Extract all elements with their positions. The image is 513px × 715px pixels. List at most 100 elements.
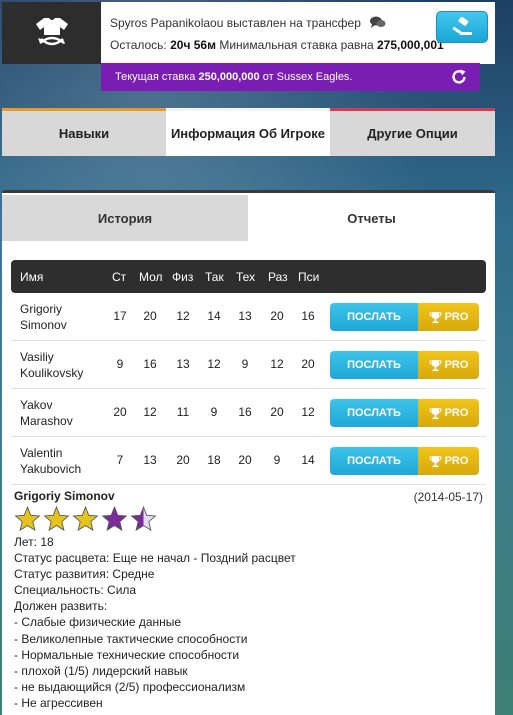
pro-label: PRO — [444, 407, 469, 419]
stat-cell: 12 — [207, 357, 221, 371]
send-scout-button[interactable]: ПОСЛАТЬ — [330, 303, 418, 331]
trophy-icon — [429, 407, 442, 419]
pro-label: PRO — [444, 311, 469, 323]
pro-button[interactable]: PRO — [418, 447, 479, 475]
pro-label: PRO — [444, 359, 469, 371]
scout-first-name: Grigoriy — [20, 302, 63, 316]
current-bid-bar: Текущая ставка 250,000,000 от Sussex Eag… — [101, 63, 480, 91]
report-line: Статус развития: Средне — [14, 567, 155, 582]
tab-skills[interactable]: Навыки — [2, 108, 166, 156]
report-text: Лет: 18 Статус расцвета: Еще не начал - П… — [14, 534, 296, 711]
col-name: Имя — [20, 270, 44, 284]
trophy-icon — [429, 359, 442, 371]
stat-cell: 9 — [241, 357, 249, 371]
rating-stars — [14, 505, 157, 537]
gavel-icon — [452, 17, 472, 35]
remaining-time: 20ч 56м — [170, 38, 216, 52]
stat-cell: 20 — [301, 357, 315, 371]
scout-name: Grigoriy Simonov — [20, 301, 100, 333]
stat-cell: 12 — [270, 357, 284, 371]
table-row: Vasiliy Koulikovsky 9 16 13 12 9 12 20 ПОСЛАТЬ PRO — [11, 341, 486, 389]
stat-cell: 7 — [116, 453, 124, 467]
stat-cell: 12 — [301, 405, 315, 419]
star-icon — [130, 505, 157, 537]
scout-name: Vasiliy Koulikovsky — [20, 349, 100, 381]
stat-cell: 14 — [301, 453, 315, 467]
stat-cell: 20 — [270, 309, 284, 323]
current-bid-team[interactable]: Sussex Eagles. — [277, 71, 353, 83]
tab-player-info[interactable]: Информация Об Игроке — [166, 108, 330, 156]
current-bid-label: Текущая ставка — [115, 71, 196, 83]
report-line: - плохой (1/5) лидерский навык — [14, 663, 188, 678]
table-row: Yakov Marashov 20 12 11 9 16 20 12 ПОСЛАТЬ PRO — [11, 389, 486, 437]
reports-panel: История Отчеты Имя Ст Мол Физ Так Тех Ра… — [2, 190, 495, 715]
shirt-transfer-icon — [2, 2, 101, 64]
scout-first-name: Yakov — [20, 398, 53, 412]
scouts-table-header: Имя Ст Мол Физ Так Тех Раз Пси — [11, 260, 486, 293]
stat-cell: 12 — [143, 405, 157, 419]
transfer-message: выставлен на трансфер — [226, 16, 361, 30]
scout-last-name: Marashov — [20, 414, 73, 428]
pro-button[interactable]: PRO — [418, 303, 479, 331]
col-teh: Тех — [236, 270, 256, 284]
stat-cell: 20 — [270, 405, 284, 419]
transfer-player-name[interactable]: Spyros Papanikolaou — [110, 16, 223, 30]
transfer-details: Осталось: 20ч 56м Минимальная ставка рав… — [110, 38, 444, 52]
scout-first-name: Vasiliy — [20, 350, 54, 364]
table-row: Grigoriy Simonov 17 20 12 14 13 20 16 ПОСЛАТЬ PRO — [11, 293, 486, 341]
pro-button[interactable]: PRO — [418, 351, 479, 379]
remaining-label: Осталось: — [110, 38, 167, 52]
refresh-icon[interactable] — [450, 68, 468, 89]
chat-bubbles-icon[interactable] — [370, 16, 386, 32]
trophy-icon — [429, 311, 442, 323]
report-line: Специальность: Сила — [14, 583, 137, 598]
scout-last-name: Yakubovich — [20, 462, 82, 476]
col-raz: Раз — [268, 270, 288, 284]
stat-cell: 12 — [176, 309, 190, 323]
star-icon — [43, 505, 70, 537]
send-scout-button[interactable]: ПОСЛАТЬ — [330, 351, 418, 379]
stat-cell: 13 — [143, 453, 157, 467]
current-bid-amount: 250,000,000 — [198, 71, 260, 83]
stat-cell: 9 — [273, 453, 281, 467]
tab-reports[interactable]: Отчеты — [248, 195, 495, 241]
main-tabs: Навыки Информация Об Игроке Другие Опции — [2, 108, 495, 156]
trophy-icon — [429, 455, 442, 467]
report-line: Должен развить: — [14, 599, 108, 614]
scout-name: Yakov Marashov — [20, 397, 100, 429]
stat-cell: 13 — [176, 357, 190, 371]
report-line: - Нормальные технические способности — [14, 647, 240, 662]
col-mol: Мол — [139, 270, 163, 284]
report-line: - Слабые физические данные — [14, 615, 182, 630]
col-st: Ст — [112, 270, 127, 284]
report-date: (2014-05-17) — [413, 490, 483, 504]
scout-name: Valentin Yakubovich — [20, 445, 100, 477]
current-bid-text: Текущая ставка 250,000,000 от Sussex Eag… — [115, 71, 353, 83]
stat-cell: 11 — [176, 405, 190, 419]
tab-other-options[interactable]: Другие Опции — [330, 108, 495, 156]
send-scout-button[interactable]: ПОСЛАТЬ — [330, 399, 418, 427]
col-fiz: Физ — [172, 270, 194, 284]
report-player-name: Grigoriy Simonov — [14, 489, 115, 503]
stat-cell: 18 — [207, 453, 221, 467]
report-line: Статус расцвета: Еще не начал - Поздний … — [14, 551, 296, 566]
transfer-banner: Spyros Papanikolaou выставлен на трансфе… — [2, 2, 495, 64]
scout-first-name: Valentin — [20, 446, 63, 460]
transfer-headline: Spyros Papanikolaou выставлен на трансфе… — [110, 16, 386, 32]
min-bid-label: Минимальная ставка равна — [219, 38, 374, 52]
stat-cell: 16 — [143, 357, 157, 371]
stat-cell: 16 — [238, 405, 252, 419]
place-bid-button[interactable] — [436, 11, 488, 43]
report-line: - Не агрессивен — [14, 695, 103, 710]
table-row: Valentin Yakubovich 7 13 20 18 20 9 14 ПОСЛАТЬ PRO — [11, 437, 486, 485]
stat-cell: 9 — [116, 357, 124, 371]
tab-history[interactable]: История — [2, 195, 248, 241]
send-scout-button[interactable]: ПОСЛАТЬ — [330, 447, 418, 475]
scout-last-name: Koulikovsky — [20, 366, 84, 380]
stat-cell: 20 — [238, 453, 252, 467]
pro-button[interactable]: PRO — [418, 399, 479, 427]
scout-last-name: Simonov — [20, 318, 67, 332]
stat-cell: 14 — [207, 309, 221, 323]
report-line: - не выдающийся (2/5) профессионализм — [14, 679, 246, 694]
col-tak: Так — [205, 270, 224, 284]
